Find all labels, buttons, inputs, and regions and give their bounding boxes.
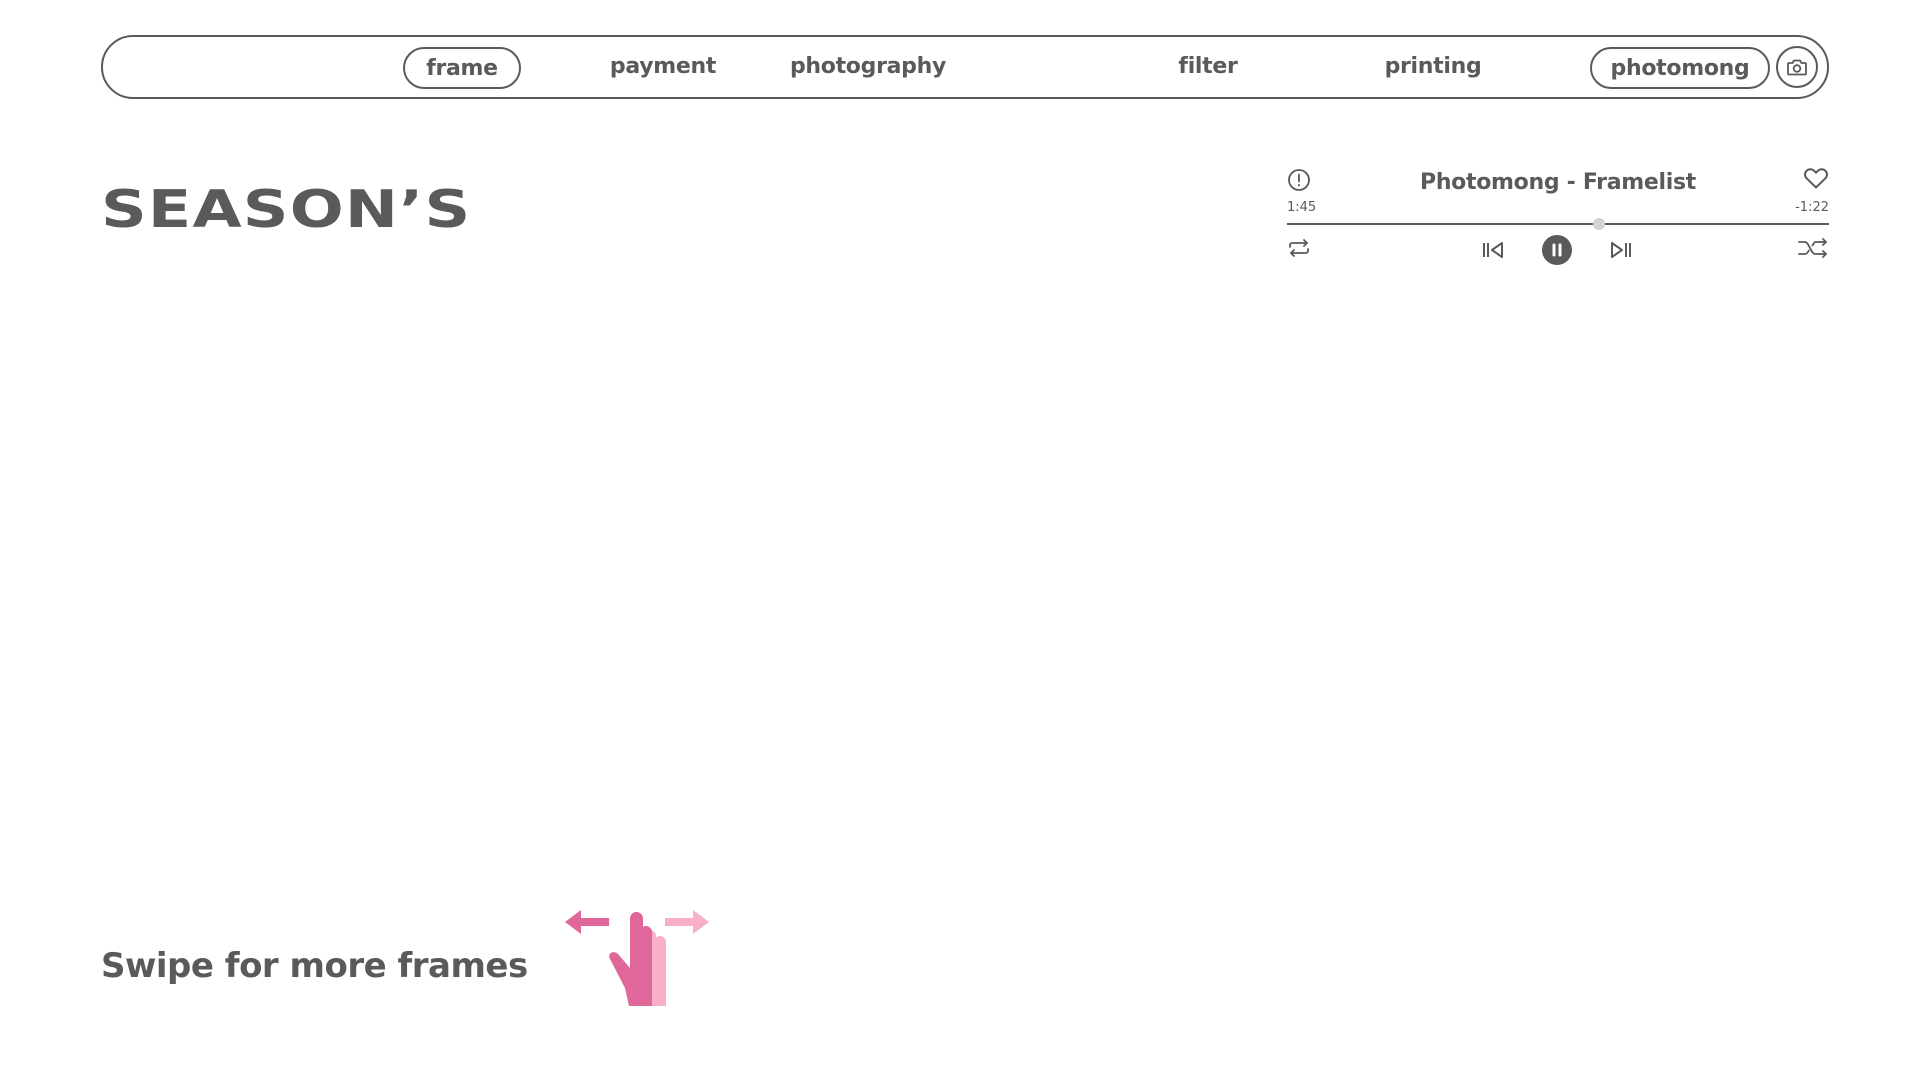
- camera-icon: [1787, 59, 1807, 76]
- page: frame payment photography filter printin…: [0, 0, 1920, 1080]
- nav-item-photography[interactable]: photography: [783, 47, 953, 89]
- heart-icon[interactable]: [1803, 166, 1829, 190]
- time-elapsed: 1:45: [1287, 200, 1317, 215]
- pause-button[interactable]: [1542, 235, 1572, 265]
- track-title: Photomong - Framelist: [1420, 170, 1696, 195]
- top-nav: frame payment photography filter printin…: [101, 35, 1829, 99]
- nav-item-printing[interactable]: printing: [1373, 47, 1493, 89]
- shuffle-icon: [1798, 238, 1827, 258]
- progress-bar[interactable]: [1287, 223, 1829, 225]
- page-title: SEASON’S: [101, 180, 472, 240]
- repeat-button[interactable]: [1287, 236, 1311, 260]
- nav-item-frame[interactable]: frame: [403, 47, 521, 89]
- time-remaining: -1:22: [1795, 200, 1829, 215]
- progress-knob[interactable]: [1593, 218, 1606, 230]
- next-button[interactable]: [1608, 238, 1634, 262]
- swipe-gesture-icon: [565, 910, 709, 1006]
- info-icon[interactable]: [1287, 168, 1311, 192]
- nav-item-payment[interactable]: payment: [598, 47, 728, 89]
- previous-button[interactable]: [1480, 238, 1506, 262]
- repeat-icon: [1289, 239, 1309, 257]
- shuffle-button[interactable]: [1797, 236, 1829, 260]
- swipe-hint-text: Swipe for more frames: [101, 946, 528, 986]
- skip-back-icon: [1483, 242, 1503, 258]
- camera-button[interactable]: [1776, 46, 1818, 88]
- skip-forward-icon: [1611, 242, 1631, 258]
- nav-item-photomong[interactable]: photomong: [1590, 47, 1770, 89]
- music-player: Photomong - Framelist 1:45 -1:22: [1287, 160, 1829, 270]
- pause-icon: [1542, 235, 1572, 265]
- nav-item-filter[interactable]: filter: [1163, 47, 1253, 89]
